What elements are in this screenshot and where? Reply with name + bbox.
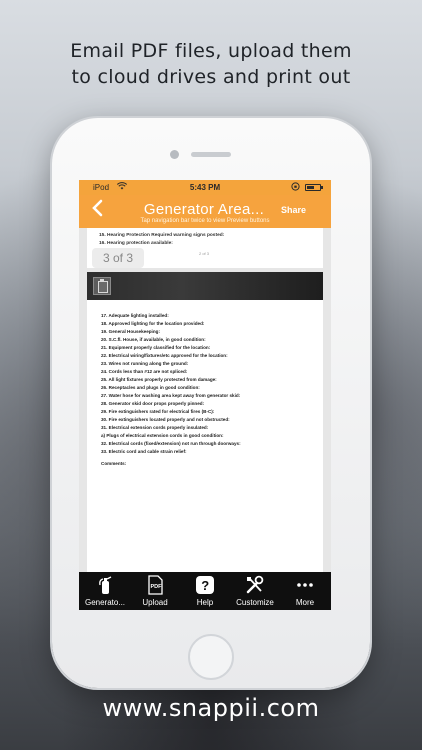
clipboard-icon (93, 277, 111, 295)
help-icon: ? (195, 575, 215, 595)
checklist-item: 31. Electrical extension cords properly … (101, 425, 209, 430)
svg-text:?: ? (201, 578, 209, 593)
navigation-bar[interactable]: Generator Area... Share Tap navigation b… (79, 195, 331, 228)
checklist-item: 27. Water hose for washing area kept awa… (101, 393, 241, 398)
tab-label: Customize (236, 598, 274, 607)
checklist-item: 32. Electrical cords (fixed/extension) n… (101, 441, 241, 446)
pdf-preview[interactable]: 15. Hearing Protection Required warning … (79, 228, 331, 572)
checklist-item: 28. Generator skid door props properly p… (101, 401, 205, 406)
tab-generator[interactable]: Generato... (80, 572, 130, 610)
checklist-item: 18. Approved lighting for the location p… (101, 321, 205, 326)
page1-row: 15. Hearing Protection Required warning … (99, 233, 225, 238)
tab-customize[interactable]: Customize (230, 572, 280, 610)
checklist-item: a) Plugs of electrical extension cords i… (101, 433, 224, 438)
promo-headline-line1: Email PDF files, upload them (70, 40, 352, 62)
share-button[interactable]: Share (281, 205, 306, 215)
checklist-item: 20. S.C.fl. House, if available, in good… (101, 337, 206, 342)
svg-text:PDF: PDF (151, 584, 163, 590)
tab-more[interactable]: More (280, 572, 330, 610)
earpiece-speaker (191, 152, 231, 157)
rotation-lock-icon (291, 182, 300, 193)
promo-headline: Email PDF files, upload them to cloud dr… (0, 38, 422, 90)
page-indicator: 3 of 3 (92, 248, 144, 268)
front-camera (170, 150, 179, 159)
checklist-item: 21. Equipment properly classified for th… (101, 345, 211, 350)
tab-help[interactable]: ? Help (180, 572, 230, 610)
more-icon (295, 575, 315, 595)
checklist-item: 19. General Housekeeping: (101, 329, 160, 334)
tab-bar: Generato... PDF Upload ? Help Customize … (79, 572, 331, 610)
checklist-item: 22. Electrical wiring/fixtures/etc appro… (101, 353, 228, 358)
comments-label: Comments: (101, 461, 127, 466)
tab-upload[interactable]: PDF Upload (130, 572, 180, 610)
pdf-icon: PDF (145, 575, 165, 595)
tab-label: Upload (142, 598, 168, 607)
checklist-item: 33. Electric cord and cable strain relie… (101, 449, 187, 454)
inspection-checklist: 17. Adequate lighting installed: 18. Appr… (101, 312, 316, 468)
tab-label: Help (196, 598, 214, 607)
report-header-banner (87, 272, 323, 300)
pdf-page-current: 17. Adequate lighting installed: 18. Appr… (87, 272, 323, 572)
phone-screen: iPod 5:43 PM Generator Area... Share Tap… (79, 180, 331, 610)
checklist-item: 25. All light fixtures properly protecte… (101, 377, 217, 382)
promo-headline-line2: to cloud drives and print out (71, 66, 351, 88)
checklist-item: 23. Wires not running along the ground: (101, 361, 189, 366)
page1-row: 16. Hearing protection available: (99, 241, 173, 246)
checklist-item: 26. Receptacles and plugs in good condit… (101, 385, 200, 390)
battery-icon (305, 184, 323, 191)
checklist-item: 30. Fire extinguishers located properly … (101, 417, 230, 422)
page-number-small: 2 of 3 (199, 251, 210, 256)
nav-hint: Tap navigation bar twice to view Preview… (140, 218, 270, 224)
checklist-item: 29. Fire extinguishers rated for electri… (101, 409, 215, 414)
home-button[interactable] (188, 634, 234, 680)
tab-label: Generato... (84, 598, 126, 607)
checklist-item: 17. Adequate lighting installed: (101, 313, 169, 318)
tools-icon (245, 575, 265, 595)
status-bar: iPod 5:43 PM (79, 180, 331, 195)
promo-website: www.snappii.com (102, 694, 320, 722)
fire-extinguisher-icon (95, 575, 115, 595)
nav-title: Generator Area... (143, 201, 265, 218)
checklist-item: 24. Cords less than #12 are not spliced: (101, 369, 188, 374)
tab-label: More (295, 598, 315, 607)
